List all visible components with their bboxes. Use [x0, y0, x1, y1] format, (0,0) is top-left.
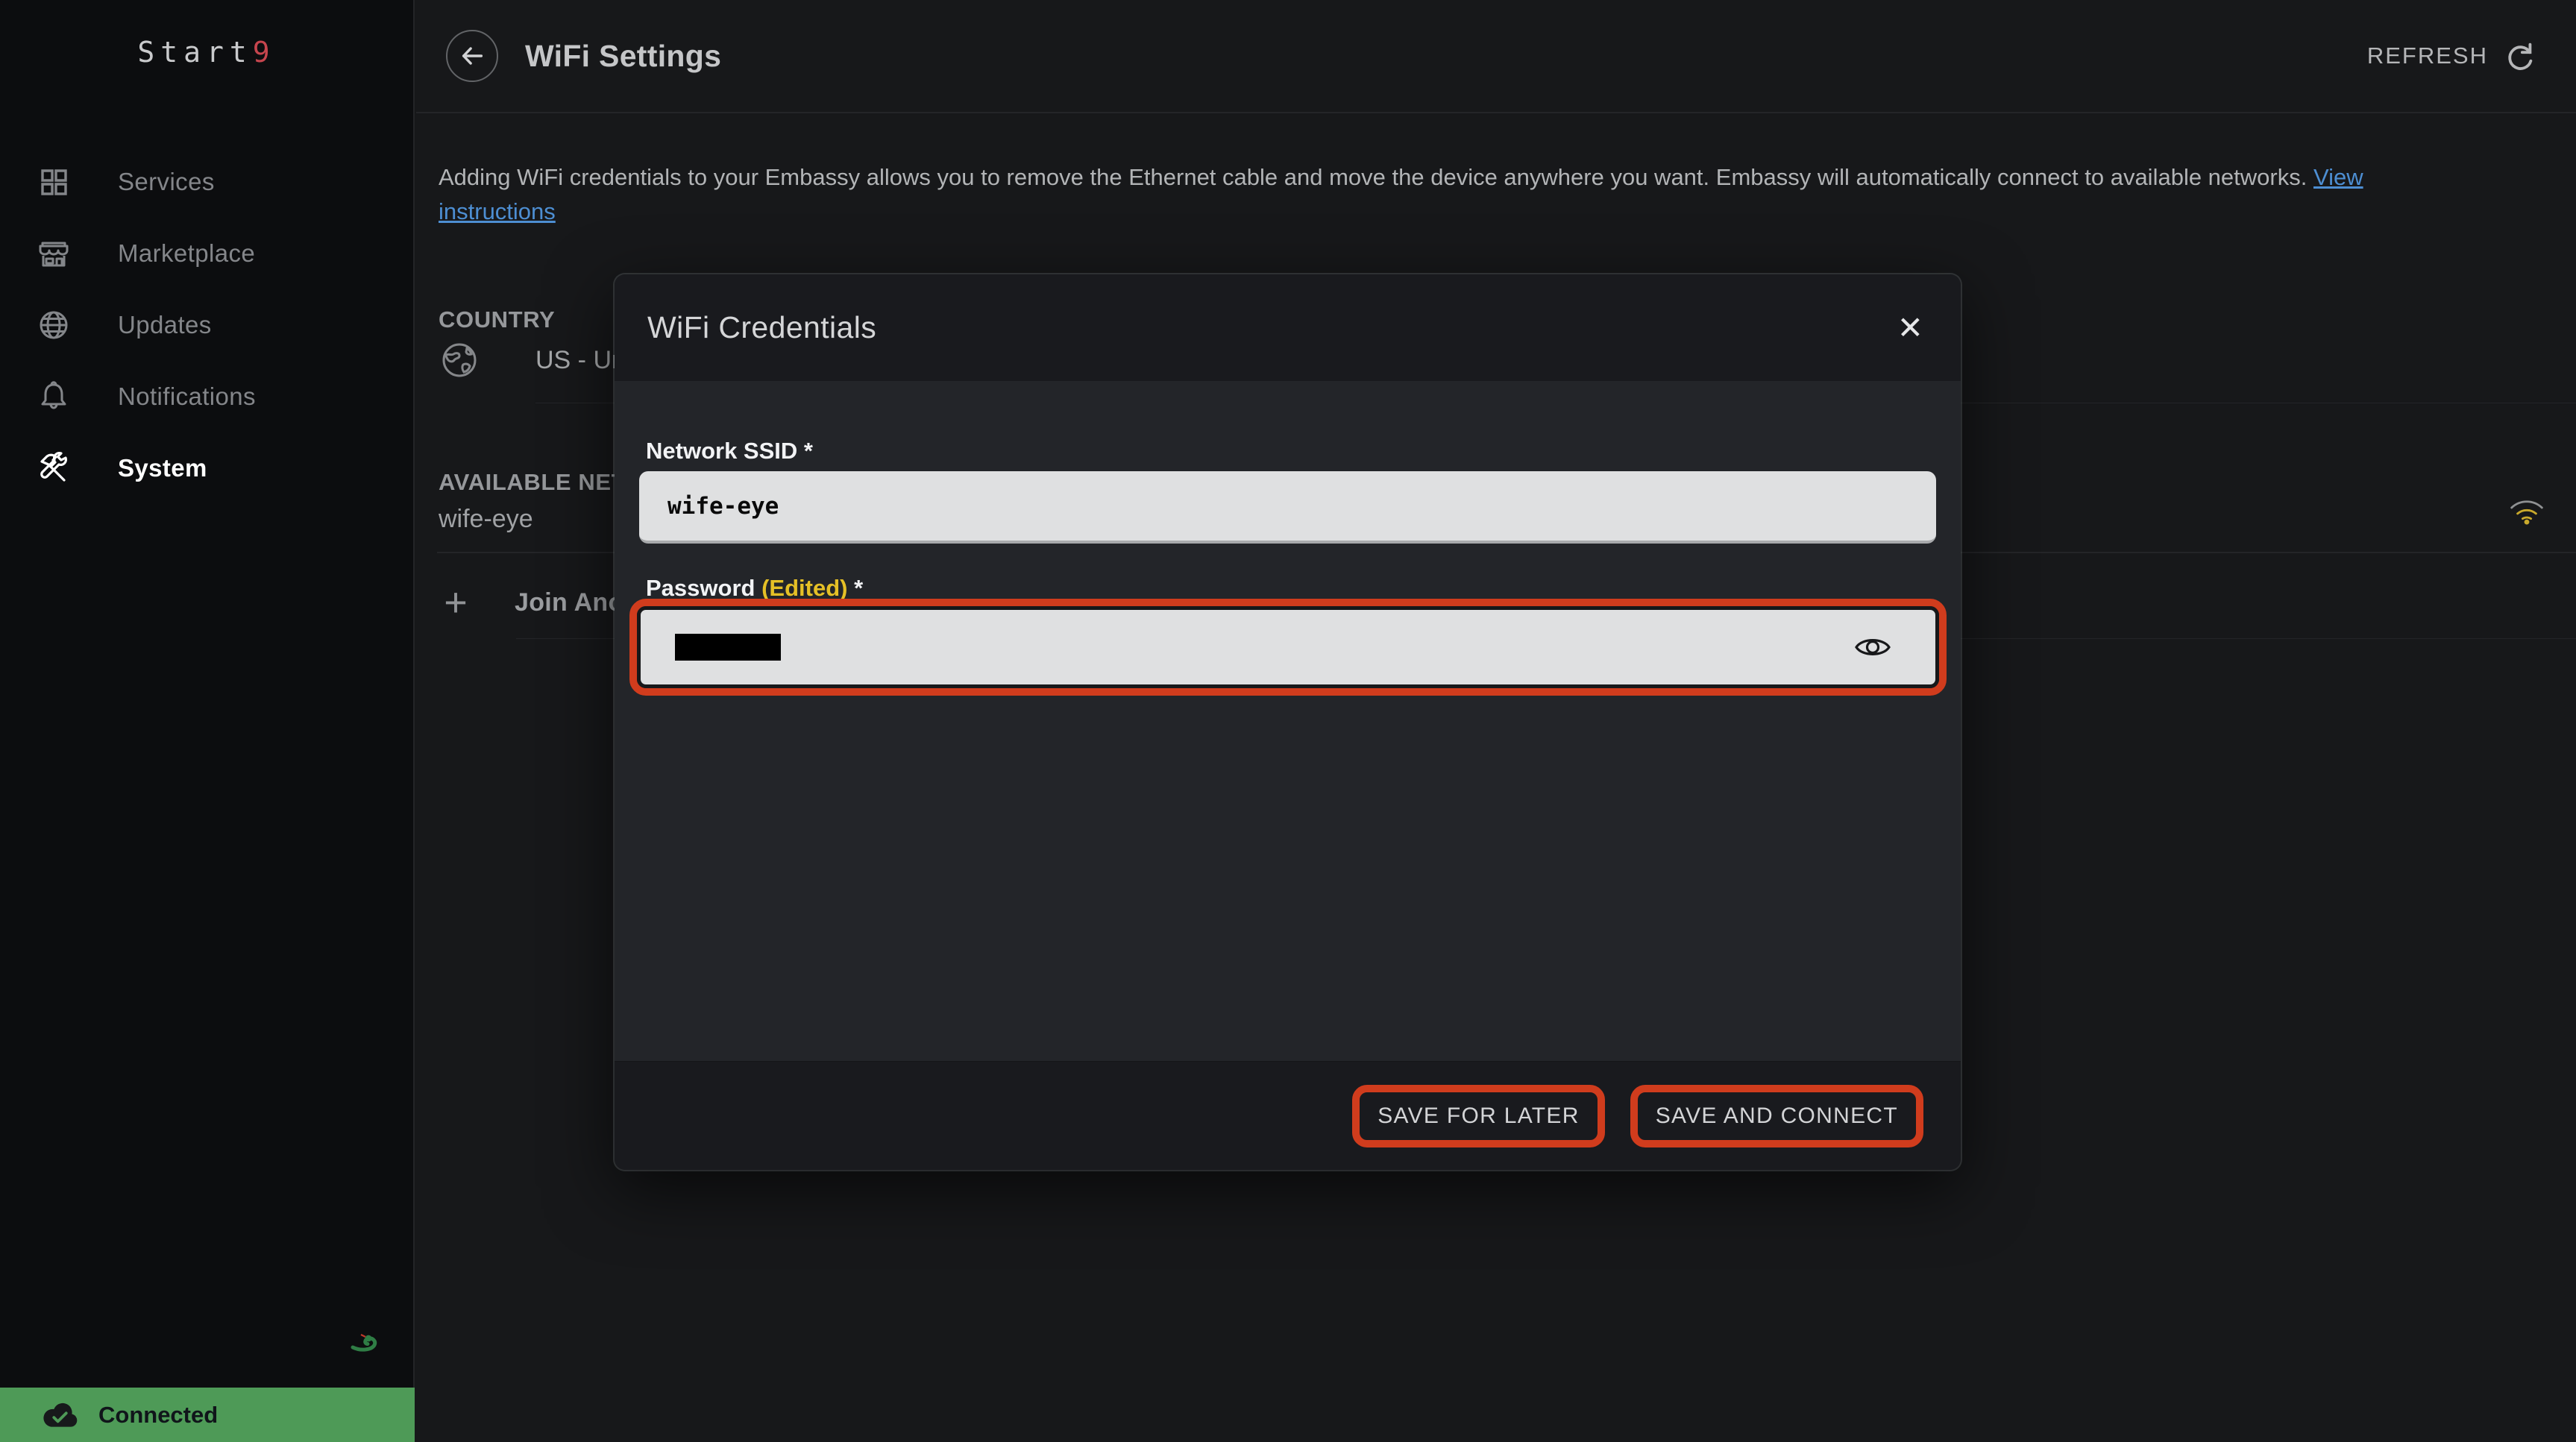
password-label-text: Password: [646, 575, 755, 601]
sidebar-item-system[interactable]: System: [0, 432, 413, 504]
ssid-input[interactable]: wife-eye: [639, 471, 1936, 544]
description-text: Adding WiFi credentials to your Embassy …: [439, 164, 2307, 190]
earth-globe-icon: [439, 339, 480, 381]
bell-icon: [36, 379, 72, 415]
password-annotation-highlight: [629, 599, 1947, 696]
password-masked-value: [675, 634, 781, 661]
refresh-label: REFRESH: [2367, 42, 2488, 69]
wifi-signal-icon: [2507, 495, 2546, 529]
country-heading: COUNTRY: [439, 306, 555, 333]
save-for-later-annotation-highlight: SAVE FOR LATER: [1352, 1085, 1604, 1147]
logo-text: Start: [137, 36, 252, 69]
password-input[interactable]: [637, 606, 1939, 688]
services-grid-icon: [36, 164, 72, 200]
sidebar-item-updates[interactable]: Updates: [0, 289, 413, 361]
ssid-value: wife-eye: [667, 493, 779, 520]
save-and-connect-button[interactable]: SAVE AND CONNECT: [1638, 1092, 1916, 1140]
hammer-wrench-icon: [36, 450, 72, 486]
sidebar-item-label: Notifications: [118, 382, 256, 411]
back-button[interactable]: [446, 30, 498, 82]
sidebar-item-label: System: [118, 454, 207, 482]
modal-header: WiFi Credentials ✕: [615, 274, 1961, 381]
sidebar-nav: Services Marketplace Updates Notificatio…: [0, 146, 413, 504]
modal-title: WiFi Credentials: [647, 310, 1893, 345]
required-mark: *: [804, 438, 813, 464]
page-header: WiFi Settings REFRESH: [416, 0, 2576, 113]
eye-icon[interactable]: [1853, 632, 1892, 662]
sidebar-item-marketplace[interactable]: Marketplace: [0, 218, 413, 289]
app-logo: Start9: [0, 36, 413, 69]
edited-flag: (Edited): [761, 575, 847, 601]
sidebar-item-services[interactable]: Services: [0, 146, 413, 218]
refresh-icon: [2503, 39, 2537, 73]
page-title: WiFi Settings: [525, 39, 721, 74]
sidebar-item-label: Services: [118, 168, 215, 196]
sidebar-item-label: Marketplace: [118, 239, 255, 268]
modal-footer: SAVE FOR LATER SAVE AND CONNECT: [615, 1061, 1961, 1170]
globe-grid-icon: [36, 307, 72, 343]
back-arrow-icon: [458, 42, 486, 70]
password-field-label: Password (Edited) *: [646, 575, 863, 602]
ssid-field-label: Network SSID *: [646, 438, 813, 465]
network-name: wife-eye: [439, 505, 533, 534]
sidebar: Start9 Services Marketplace Updates: [0, 0, 415, 1442]
wifi-credentials-modal: WiFi Credentials ✕ Network SSID * wife-e…: [615, 274, 1961, 1170]
connection-status-bar: Connected: [0, 1388, 415, 1442]
sidebar-item-notifications[interactable]: Notifications: [0, 361, 413, 432]
storefront-icon: [36, 236, 72, 271]
plus-icon: +: [439, 582, 473, 623]
cloud-check-icon: [40, 1400, 81, 1430]
refresh-button[interactable]: REFRESH: [2363, 38, 2542, 74]
ssid-label-text: Network SSID: [646, 438, 797, 464]
close-icon[interactable]: ✕: [1893, 312, 1928, 344]
save-for-later-button[interactable]: SAVE FOR LATER: [1360, 1092, 1597, 1140]
modal-body: Network SSID * wife-eye Password (Edited…: [615, 381, 1961, 1061]
snake-icon: [349, 1323, 379, 1353]
logo-accent: 9: [253, 36, 276, 69]
page-description: Adding WiFi credentials to your Embassy …: [439, 160, 2456, 229]
save-and-connect-annotation-highlight: SAVE AND CONNECT: [1630, 1085, 1923, 1147]
sidebar-item-label: Updates: [118, 311, 212, 339]
required-mark: *: [854, 575, 863, 601]
status-label: Connected: [98, 1402, 218, 1429]
